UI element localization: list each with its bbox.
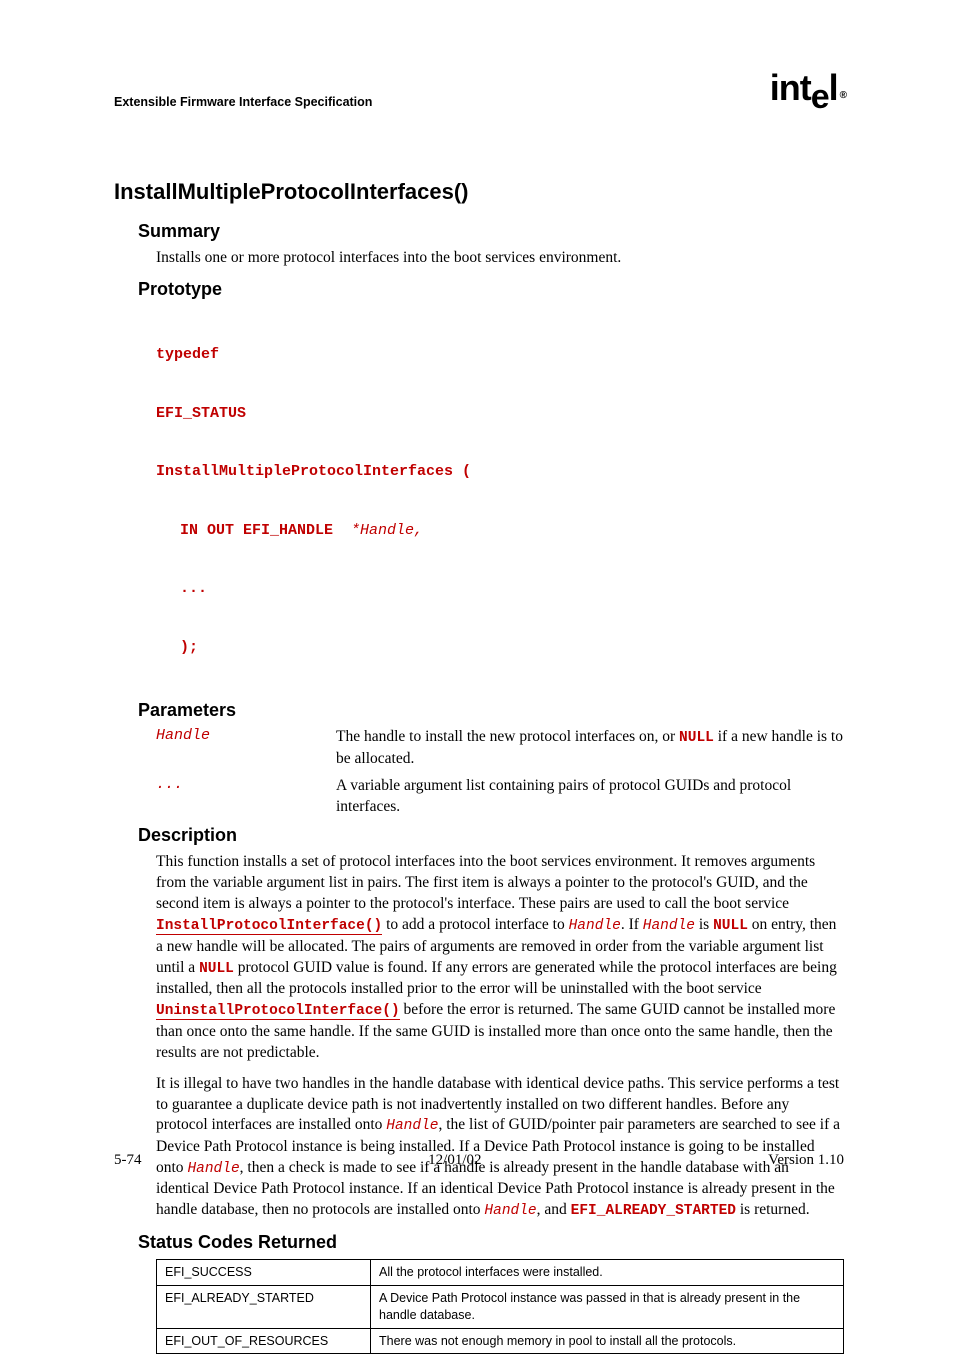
status-desc: There was not enough memory in pool to i… [371, 1328, 844, 1354]
status-desc: All the protocol interfaces were install… [371, 1259, 844, 1285]
summary-text: Installs one or more protocol interfaces… [156, 248, 844, 269]
description-para: It is illegal to have two handles in the… [156, 1074, 844, 1222]
param-row: ... A variable argument list containing … [156, 776, 844, 818]
param-name: Handle [156, 727, 336, 769]
parameters-table: Handle The handle to install the new pro… [156, 727, 844, 817]
table-row: EFI_SUCCESS All the protocol interfaces … [157, 1259, 844, 1285]
param-desc: The handle to install the new protocol i… [336, 727, 844, 769]
status-codes-table: EFI_SUCCESS All the protocol interfaces … [156, 1259, 844, 1354]
uninstall-protocol-link[interactable]: UninstallProtocolInterface() [156, 1003, 400, 1020]
footer-version: Version 1.10 [768, 1152, 844, 1169]
prototype-heading: Prototype [138, 279, 844, 300]
description-para: This function installs a set of protocol… [156, 852, 844, 1063]
status-desc: A Device Path Protocol instance was pass… [371, 1285, 844, 1328]
param-desc: A variable argument list containing pair… [336, 776, 844, 818]
status-code: EFI_OUT_OF_RESOURCES [157, 1328, 371, 1354]
code-line: IN OUT EFI_HANDLE *Handle, [180, 521, 844, 541]
param-name: ... [156, 776, 336, 818]
parameters-heading: Parameters [138, 700, 844, 721]
code-line: ... [180, 579, 844, 599]
footer-date: 12/01/02 [428, 1152, 481, 1169]
prototype-code: typedef EFI_STATUS InstallMultipleProtoc… [156, 306, 844, 696]
code-line: ); [180, 638, 844, 658]
table-row: EFI_ALREADY_STARTED A Device Path Protoc… [157, 1285, 844, 1328]
status-code: EFI_SUCCESS [157, 1259, 371, 1285]
header-title: Extensible Firmware Interface Specificat… [114, 95, 372, 109]
table-row: EFI_OUT_OF_RESOURCES There was not enoug… [157, 1328, 844, 1354]
status-heading: Status Codes Returned [138, 1232, 844, 1253]
page-footer: 5-74 12/01/02 Version 1.10 [114, 1152, 844, 1169]
page-number: 5-74 [114, 1152, 142, 1169]
param-row: Handle The handle to install the new pro… [156, 727, 844, 769]
install-protocol-link[interactable]: InstallProtocolInterface() [156, 918, 382, 935]
description-heading: Description [138, 825, 844, 846]
summary-heading: Summary [138, 221, 844, 242]
code-line: typedef [156, 345, 844, 365]
code-line: EFI_STATUS [156, 404, 844, 424]
intel-logo: intel® [770, 74, 844, 103]
page-header: Extensible Firmware Interface Specificat… [114, 80, 844, 109]
function-heading: InstallMultipleProtocolInterfaces() [114, 179, 844, 205]
code-line: InstallMultipleProtocolInterfaces ( [156, 462, 844, 482]
status-code: EFI_ALREADY_STARTED [157, 1285, 371, 1328]
